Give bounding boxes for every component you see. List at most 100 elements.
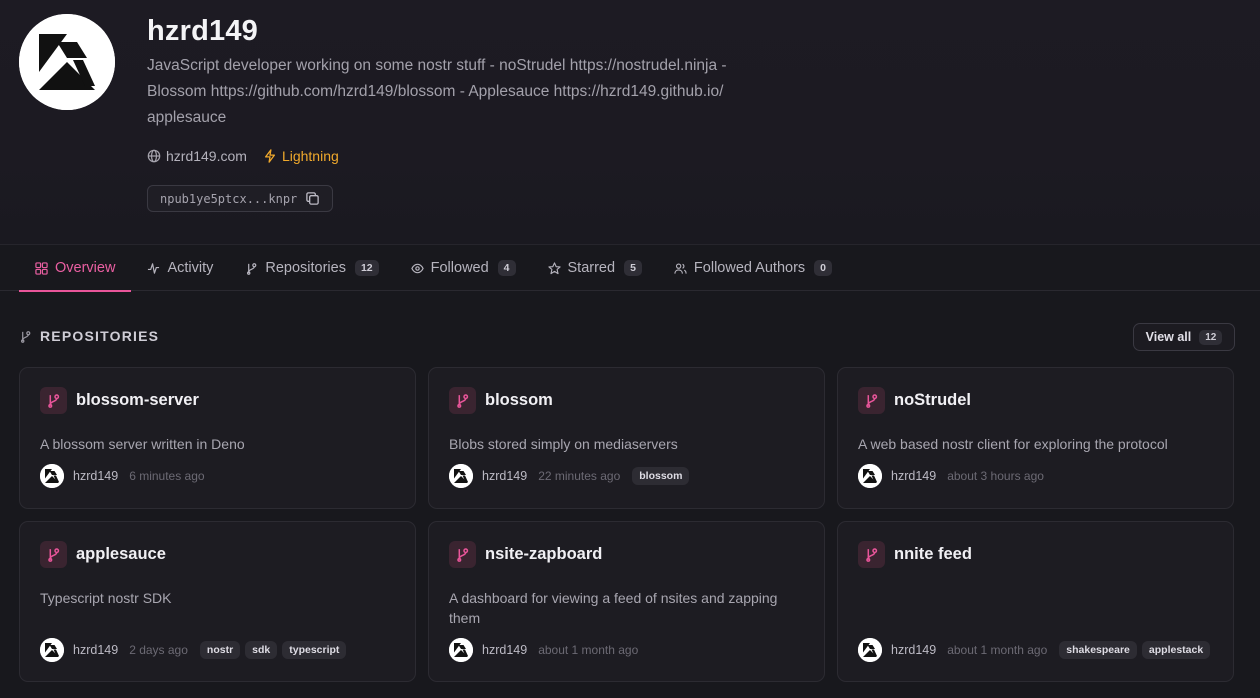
author-avatar[interactable] <box>858 638 882 662</box>
repo-name[interactable]: nsite-zapboard <box>485 545 602 564</box>
repo-description: Typescript nostr SDK <box>40 590 172 606</box>
repo-icon-box <box>858 541 885 568</box>
tab-label: Followed Authors <box>693 260 806 276</box>
repo-card[interactable]: nnite feed hzrd149 about 1 month ago sha… <box>837 521 1234 682</box>
repo-name[interactable]: noStrudel <box>894 391 971 410</box>
repo-meta: hzrd149 about 3 hours ago <box>858 464 1056 488</box>
author-avatar[interactable] <box>449 464 473 488</box>
repo-name[interactable]: blossom <box>485 391 553 410</box>
users-icon <box>674 262 687 274</box>
tab-label: Activity <box>167 260 214 276</box>
repo-meta: hzrd149 about 1 month ago <box>449 638 650 662</box>
npub-text: npub1ye5ptcx...knpr <box>160 191 298 206</box>
repo-description: A dashboard for viewing a feed of nsites… <box>449 590 778 626</box>
tab-count: 5 <box>624 260 642 276</box>
website-label: hzrd149.com <box>166 148 247 164</box>
repo-tag[interactable]: shakespeare <box>1059 641 1137 659</box>
repo-time: about 3 hours ago <box>947 469 1044 483</box>
tab-followed[interactable]: Followed 4 <box>395 245 532 291</box>
tab-overview[interactable]: Overview <box>19 245 132 292</box>
globe-icon <box>147 149 161 163</box>
repo-icon-box <box>449 387 476 414</box>
git-branch-icon <box>457 548 469 562</box>
repo-time: about 1 month ago <box>947 643 1048 657</box>
logo-icon <box>858 638 882 662</box>
tab-activity[interactable]: Activity <box>131 245 229 291</box>
section-title-label: REPOSITORIES <box>40 328 160 344</box>
profile-avatar[interactable] <box>19 14 115 110</box>
tab-count: 0 <box>814 260 832 276</box>
repo-icon-box <box>858 387 885 414</box>
git-branch-icon <box>866 548 878 562</box>
lightning-link[interactable]: Lightning <box>263 148 339 164</box>
repo-card[interactable]: noStrudel A web based nostr client for e… <box>837 367 1234 509</box>
logo-icon <box>449 638 473 662</box>
repo-name[interactable]: applesauce <box>76 545 166 564</box>
copy-icon <box>306 192 320 205</box>
git-branch-icon <box>20 330 31 343</box>
repo-title: nnite feed <box>858 541 972 568</box>
section-title: REPOSITORIES <box>19 328 159 344</box>
repo-meta: hzrd149 22 minutes ago blossom <box>449 464 690 488</box>
repo-tag[interactable]: typescript <box>282 641 347 659</box>
repo-tags: blossom <box>632 467 690 485</box>
repo-author[interactable]: hzrd149 <box>482 469 527 483</box>
tab-label: Overview <box>55 260 116 276</box>
logo-icon <box>858 464 882 488</box>
repo-name[interactable]: blossom-server <box>76 391 199 410</box>
logo-icon <box>19 14 115 110</box>
repo-tag[interactable]: applestack <box>1141 641 1211 659</box>
repo-name[interactable]: nnite feed <box>894 545 972 564</box>
repo-author[interactable]: hzrd149 <box>482 643 527 657</box>
tab-repositories[interactable]: Repositories 12 <box>229 245 394 291</box>
npub-copy-button[interactable]: npub1ye5ptcx...knpr <box>147 185 334 212</box>
author-avatar[interactable] <box>858 464 882 488</box>
website-link[interactable]: hzrd149.com <box>147 148 247 164</box>
profile-links: hzrd149.com Lightning <box>147 148 339 164</box>
repo-icon-box <box>40 541 67 568</box>
logo-icon <box>449 464 473 488</box>
repo-meta: hzrd149 6 minutes ago <box>40 464 217 488</box>
repo-card[interactable]: blossom-server A blossom server written … <box>19 367 416 509</box>
repo-tag[interactable]: nostr <box>199 641 241 659</box>
repo-time: about 1 month ago <box>538 643 639 657</box>
author-avatar[interactable] <box>40 464 64 488</box>
repo-author[interactable]: hzrd149 <box>891 643 936 657</box>
profile-bio: JavaScript developer working on some nos… <box>147 57 727 126</box>
tab-starred[interactable]: Starred 5 <box>532 245 658 291</box>
view-all-count: 12 <box>1199 329 1223 345</box>
author-avatar[interactable] <box>449 638 473 662</box>
repo-card[interactable]: nsite-zapboard A dashboard for viewing a… <box>428 521 825 682</box>
repo-title: blossom <box>449 387 553 414</box>
repo-author[interactable]: hzrd149 <box>73 643 118 657</box>
tab-followed-authors[interactable]: Followed Authors 0 <box>658 245 848 291</box>
repo-tag[interactable]: blossom <box>632 467 690 485</box>
repo-card[interactable]: blossom Blobs stored simply on mediaserv… <box>428 367 825 509</box>
tab-count: 12 <box>354 260 379 276</box>
view-all-label: View all <box>1145 330 1192 344</box>
star-icon <box>547 261 561 274</box>
repo-card[interactable]: applesauce Typescript nostr SDK hzrd149 … <box>19 521 416 682</box>
repo-title: noStrudel <box>858 387 971 414</box>
lightning-label: Lightning <box>281 148 339 164</box>
repo-icon-box <box>449 541 476 568</box>
repo-description: A blossom server written in Deno <box>40 436 245 452</box>
activity-icon <box>148 262 160 274</box>
repo-tag[interactable]: sdk <box>245 641 278 659</box>
repo-tags: nostr sdk typescript <box>199 641 347 659</box>
repo-meta: hzrd149 2 days ago nostr sdk typescript <box>40 638 347 662</box>
git-branch-icon <box>457 394 469 408</box>
repo-time: 2 days ago <box>129 643 188 657</box>
profile-header: hzrd149 JavaScript developer working on … <box>0 0 1260 245</box>
tab-label: Repositories <box>265 260 346 276</box>
repo-meta: hzrd149 about 1 month ago shakespeare app… <box>858 638 1211 662</box>
repo-title: applesauce <box>40 541 166 568</box>
repo-author[interactable]: hzrd149 <box>891 469 936 483</box>
tab-count: 4 <box>497 260 516 276</box>
author-avatar[interactable] <box>40 638 64 662</box>
repo-tags: shakespeare applestack <box>1059 641 1211 659</box>
repo-author[interactable]: hzrd149 <box>73 469 118 483</box>
view-all-button[interactable]: View all 12 <box>1133 323 1235 351</box>
repo-description: A web based nostr client for exploring t… <box>858 436 1168 452</box>
repo-icon-box <box>40 387 67 414</box>
